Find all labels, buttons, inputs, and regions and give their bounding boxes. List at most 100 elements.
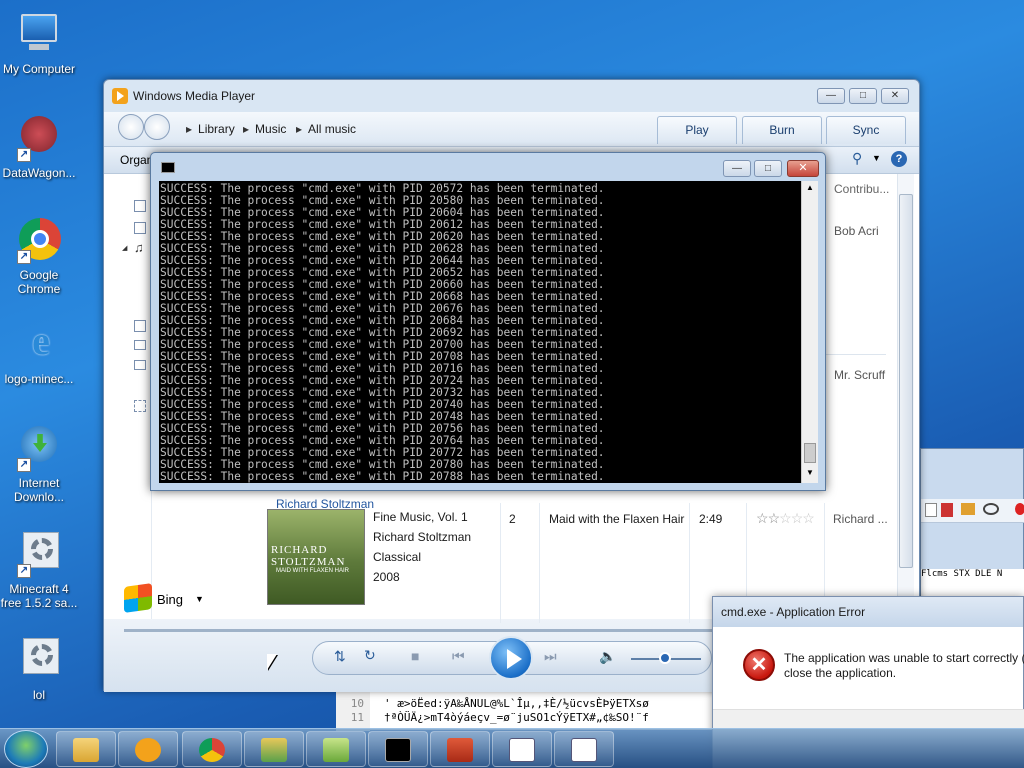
- pictures-icon[interactable]: [134, 340, 146, 350]
- rating-stars[interactable]: ☆☆☆☆☆: [756, 510, 815, 527]
- wmp-titlebar[interactable]: Windows Media Player — □ ✕: [104, 80, 919, 112]
- breadcrumb-library[interactable]: Library: [186, 122, 235, 136]
- album-artist: Richard Stoltzman: [373, 530, 472, 544]
- track-contributor: Richard ...: [833, 512, 888, 526]
- dialog-message-line: The application was unable to start corr…: [784, 651, 1024, 665]
- media-player-icon: [135, 738, 161, 762]
- expand-icon[interactable]: ◢: [122, 244, 127, 252]
- tv-icon[interactable]: [134, 360, 146, 370]
- play-icon[interactable]: [134, 222, 146, 234]
- close-button[interactable]: ✕: [881, 88, 909, 104]
- shuffle-button[interactable]: ⇅: [334, 648, 346, 665]
- computer-icon: [15, 10, 63, 58]
- maximize-button[interactable]: □: [754, 160, 782, 177]
- command-prompt-window[interactable]: — □ ✕ SUCCESS: The process "cmd.exe" wit…: [150, 152, 826, 491]
- cmd-output[interactable]: SUCCESS: The process "cmd.exe" with PID …: [159, 181, 801, 483]
- desktop-icon-google-chrome[interactable]: ↗ Google Chrome: [0, 216, 78, 296]
- stop-button[interactable]: ■: [411, 648, 419, 664]
- minimize-button[interactable]: —: [817, 88, 845, 104]
- next-button[interactable]: ⏭: [544, 648, 557, 665]
- previous-button[interactable]: ⏮: [452, 648, 465, 665]
- other-libraries-icon[interactable]: [134, 400, 146, 412]
- taskbar-window-2[interactable]: [554, 731, 614, 767]
- desktop-icon-logo-minec[interactable]: e logo-minec...: [0, 318, 78, 387]
- breadcrumb-all-music[interactable]: All music: [296, 122, 356, 136]
- desktop-icon-minecraft[interactable]: ↗ Minecraft 4 free 1.5.2 sa...: [0, 530, 78, 610]
- star-icon[interactable]: ☆: [802, 510, 815, 526]
- taskbar-toolbox[interactable]: [430, 731, 490, 767]
- line-number: 10: [350, 697, 364, 710]
- desktop-icon-lol[interactable]: lol: [0, 636, 78, 702]
- column-divider: [689, 503, 690, 623]
- bing-label[interactable]: Bing: [157, 592, 183, 607]
- minimize-button[interactable]: —: [723, 160, 751, 177]
- tab-sync[interactable]: Sync: [826, 116, 906, 144]
- stop-icon[interactable]: [1015, 503, 1024, 515]
- star-icon[interactable]: ☆: [756, 510, 769, 526]
- scrollbar[interactable]: [897, 174, 914, 619]
- paint-icon: [261, 738, 287, 762]
- star-icon[interactable]: ☆: [779, 510, 792, 526]
- desktop-icon-label: Google Chrome: [17, 268, 61, 296]
- maximize-button[interactable]: □: [849, 88, 877, 104]
- start-button[interactable]: [4, 730, 48, 768]
- cover-subtitle: MAID WITH FLAXEN HAIR: [276, 568, 350, 574]
- cmd-titlebar[interactable]: — □ ✕: [151, 153, 825, 181]
- gear-icon: [15, 636, 63, 684]
- line-number: 11: [350, 711, 364, 724]
- volume-slider-knob[interactable]: [659, 652, 671, 664]
- breadcrumb-music[interactable]: Music: [243, 122, 286, 136]
- desktop-icon-label: Internet Downlo...: [13, 476, 65, 504]
- star-icon[interactable]: ☆: [791, 510, 804, 526]
- close-button[interactable]: ✕: [787, 160, 819, 177]
- music-note-icon[interactable]: ♫: [134, 240, 144, 255]
- help-icon[interactable]: ?: [891, 151, 907, 167]
- taskbar-chrome[interactable]: [182, 731, 242, 767]
- play-button[interactable]: [489, 636, 533, 680]
- chevron-down-icon[interactable]: ▼: [195, 594, 204, 604]
- track-title[interactable]: Maid with the Flaxen Hair: [549, 512, 684, 526]
- hex-editor-window[interactable]: Flcms STX DLE N: [920, 448, 1024, 608]
- desktop-icon-datawagon[interactable]: ↗ DataWagon...: [0, 114, 78, 180]
- videos-icon[interactable]: [134, 320, 146, 332]
- scroll-up-arrow-icon[interactable]: ▲: [804, 183, 816, 195]
- wmp-title: Windows Media Player: [133, 89, 256, 103]
- document-icon[interactable]: [925, 503, 937, 517]
- tab-play[interactable]: Play: [657, 116, 737, 144]
- console-icon: [385, 738, 411, 762]
- column-header-contributing-artist[interactable]: Contribu...: [834, 182, 889, 196]
- tab-burn[interactable]: Burn: [742, 116, 822, 144]
- pdf-icon[interactable]: [941, 503, 953, 517]
- taskbar-notepad-plus[interactable]: [306, 731, 366, 767]
- editor-line: †ªÒÜÄ¿>mT4òýáeçv_=ø¨juSO1cÝÿETX#„¢‰SO!¨f: [384, 711, 649, 724]
- taskbar-paint[interactable]: [244, 731, 304, 767]
- star-icon[interactable]: ☆: [768, 510, 781, 526]
- eye-icon[interactable]: [983, 503, 999, 515]
- desktop-icon-internet-download[interactable]: ↗ Internet Downlo...: [0, 424, 78, 504]
- organize-menu[interactable]: Organ: [120, 153, 153, 167]
- volume-icon[interactable]: 🔈: [599, 648, 616, 665]
- console-icon: [161, 162, 175, 173]
- back-button[interactable]: [118, 114, 144, 140]
- album-cover[interactable]: RICHARD STOLTZMAN MAID WITH FLAXEN HAIR: [267, 509, 365, 605]
- repeat-button[interactable]: ↻: [364, 647, 376, 664]
- search-icon[interactable]: ⚲: [852, 150, 862, 167]
- folder-icon[interactable]: [961, 503, 975, 515]
- scrollbar-thumb[interactable]: [804, 443, 816, 463]
- album-name: Fine Music, Vol. 1: [373, 510, 468, 524]
- scrollbar-thumb[interactable]: [899, 194, 913, 568]
- taskbar-explorer[interactable]: [56, 731, 116, 767]
- download-manager-icon: ↗: [15, 424, 63, 472]
- chevron-down-icon[interactable]: ▼: [872, 153, 881, 163]
- taskbar-window-1[interactable]: [492, 731, 552, 767]
- taskbar-cmd[interactable]: [368, 731, 428, 767]
- notepad-plus-icon: [323, 738, 349, 762]
- internet-explorer-icon: e: [32, 318, 50, 363]
- playlist-icon[interactable]: [134, 200, 146, 212]
- forward-button[interactable]: [144, 114, 170, 140]
- dialog-titlebar[interactable]: cmd.exe - Application Error: [713, 597, 1023, 627]
- scrollbar[interactable]: ▲ ▼: [801, 181, 818, 483]
- scroll-down-arrow-icon[interactable]: ▼: [804, 468, 816, 480]
- taskbar-media-player[interactable]: [118, 731, 178, 767]
- desktop-icon-my-computer[interactable]: My Computer: [0, 10, 78, 76]
